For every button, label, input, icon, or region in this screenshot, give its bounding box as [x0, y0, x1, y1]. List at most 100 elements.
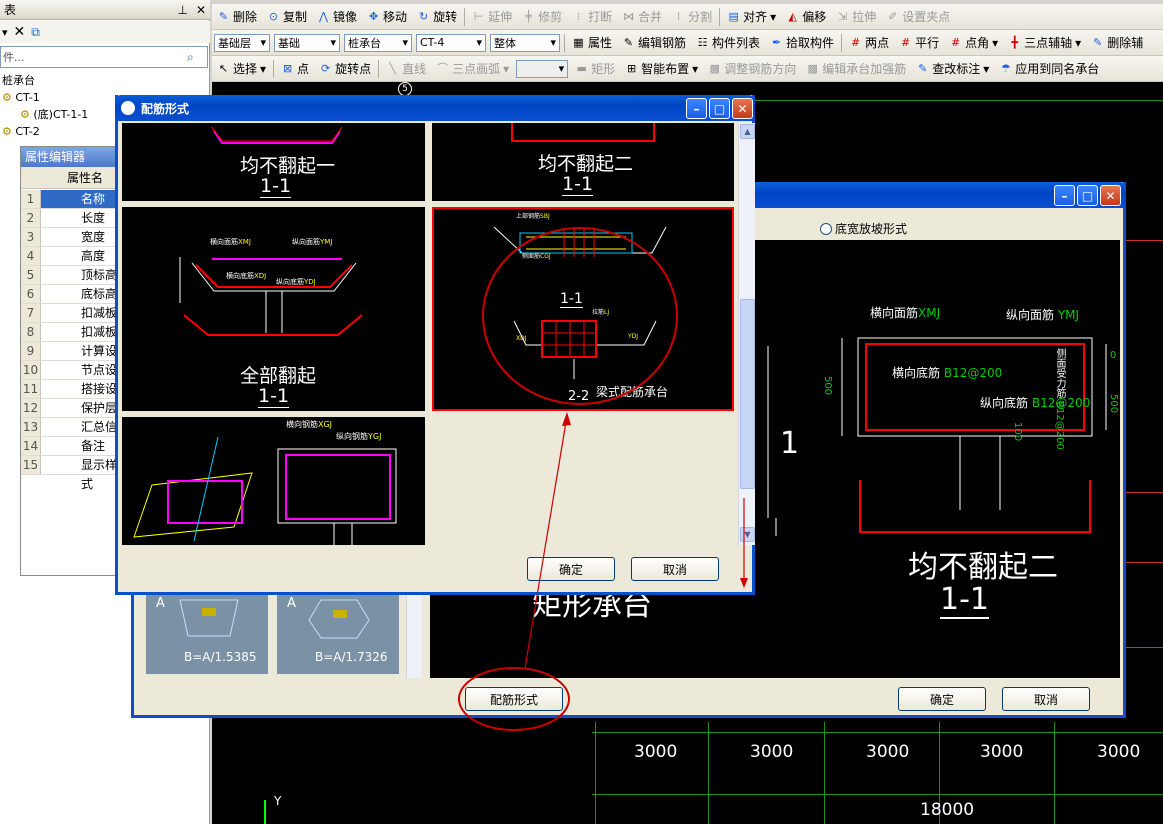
- type-select[interactable]: 桩承台 ▾: [344, 33, 412, 52]
- property-row[interactable]: 4高度(mm): [21, 247, 125, 282]
- thumb-1[interactable]: A B=A/1.5385: [146, 592, 268, 674]
- rectangle-button[interactable]: ▬ 矩形: [570, 58, 620, 80]
- gallery-scrollbar[interactable]: ▲ ▼: [738, 123, 755, 545]
- edit-reinforcement-button[interactable]: ▩ 编辑承台加强筋: [801, 58, 911, 80]
- smart-layout-button[interactable]: ⊞ 智能布置 ▾: [620, 58, 703, 80]
- property-label: 搭接设置: [41, 380, 125, 415]
- floor-select[interactable]: 基础层 ▾: [214, 33, 270, 52]
- radio-slope-bottom[interactable]: 底宽放坡形式: [820, 220, 907, 237]
- extend-button[interactable]: ⊢ 延伸: [467, 6, 517, 28]
- component-select[interactable]: CT-4 ▾: [416, 33, 486, 52]
- thumb-scrollbar[interactable]: [406, 592, 422, 678]
- select-button[interactable]: ↖ 选择 ▾: [212, 58, 271, 80]
- apply-same-name-button[interactable]: ☂ 应用到同名承台: [994, 58, 1104, 80]
- set-grip-button[interactable]: ✐ 设置夹点: [881, 6, 955, 28]
- split-button[interactable]: ⁞ 分割: [667, 6, 717, 28]
- stretch-button[interactable]: ⇲ 拉伸: [831, 6, 881, 28]
- property-row[interactable]: 6底标高(m: [21, 285, 125, 320]
- move-button[interactable]: ✥ 移动: [362, 6, 412, 28]
- rotate-button[interactable]: ↻ 旋转: [412, 6, 462, 28]
- line-button[interactable]: ╲ 直线: [381, 58, 431, 80]
- axis-marker: 5: [398, 82, 412, 96]
- property-row[interactable]: 7扣减板/存: [21, 304, 125, 339]
- component-list-button[interactable]: ☷ 构件列表: [691, 32, 765, 54]
- rebar-option-3[interactable]: 横向面筋XMJ 纵向面筋YMJ 横向底筋XDJ 纵向底筋YDJ 全部翻起 1-1: [122, 207, 425, 411]
- property-row[interactable]: 13汇总信息: [21, 418, 125, 453]
- close-icon[interactable]: ✕: [1100, 185, 1121, 206]
- mode-select[interactable]: 整体 ▾: [490, 33, 560, 52]
- thumb-2[interactable]: A B=A/1.7326: [277, 592, 399, 674]
- point-button[interactable]: ⊠ 点: [276, 58, 314, 80]
- arc-button[interactable]: ⌒ 三点画弧 ▾: [431, 58, 514, 80]
- point-angle-button[interactable]: # 点角 ▾: [944, 32, 1003, 54]
- category-select[interactable]: 基础 ▾: [274, 33, 340, 52]
- search-icon[interactable]: ⌕: [187, 50, 207, 65]
- property-row[interactable]: 10节点设置: [21, 361, 125, 396]
- align-button[interactable]: ▤ 对齐 ▾: [722, 6, 781, 28]
- delete-icon[interactable]: ✕: [14, 24, 26, 40]
- delete-button[interactable]: ✎ 删除: [212, 6, 262, 28]
- break-button[interactable]: ⁝ 打断: [567, 6, 617, 28]
- property-row[interactable]: 2长度(mm): [21, 209, 125, 244]
- back-ok-button[interactable]: 确定: [898, 687, 986, 711]
- rebar-option-1[interactable]: 均不翻起一 1-1: [122, 123, 425, 201]
- rebar-form-gallery: 均不翻起一 1-1 均不翻起二 1-1 横向面筋XMJ 纵向面筋YMJ 横向底筋…: [122, 123, 736, 545]
- copy-icon[interactable]: ⧉: [31, 25, 40, 40]
- rotate-point-button[interactable]: ⟳ 旋转点: [314, 58, 376, 80]
- property-row[interactable]: 11搭接设置: [21, 380, 125, 415]
- front-minimize-icon[interactable]: –: [686, 98, 707, 119]
- property-row[interactable]: 5顶标高(m: [21, 266, 125, 301]
- two-point-button[interactable]: # 两点: [844, 32, 894, 54]
- property-row[interactable]: 12保护层厚: [21, 399, 125, 434]
- front-cancel-button[interactable]: 取消: [631, 557, 719, 581]
- tree-node-root[interactable]: 桩承台: [0, 72, 208, 89]
- three-point-axis-button[interactable]: ╋ 三点辅轴 ▾: [1003, 32, 1086, 54]
- close-panel-icon[interactable]: ✕: [196, 3, 206, 17]
- property-label: 名称: [41, 190, 125, 208]
- list-icon: ☷: [697, 36, 708, 49]
- front-ok-button[interactable]: 确定: [527, 557, 615, 581]
- property-row[interactable]: 3宽度(mm): [21, 228, 125, 263]
- property-row[interactable]: 9计算设置: [21, 342, 125, 377]
- scroll-down-icon[interactable]: ▼: [740, 527, 755, 542]
- rebar-option-4-selected[interactable]: 上部钢筋SBJ 侧面筋CGJ 拉筋LJ XDJ YDJ 1-1 梁式配筋承台 2…: [432, 207, 734, 411]
- scroll-up-icon[interactable]: ▲: [740, 124, 755, 139]
- property-button[interactable]: ▦ 属性: [567, 32, 617, 54]
- property-row[interactable]: 15 显示样式: [21, 456, 125, 491]
- rebar-option-5[interactable]: 横向钢筋XGJ 纵向钢筋YGJ: [122, 417, 425, 545]
- row-number: 9: [21, 342, 41, 360]
- new-dropdown[interactable]: ▾: [2, 26, 8, 39]
- copy-button[interactable]: ⊙ 复制: [262, 6, 312, 28]
- pick-component-button[interactable]: ✒ 拾取构件: [765, 32, 839, 54]
- pin-icon[interactable]: ⊥: [177, 3, 187, 17]
- row-number: 6: [21, 285, 41, 303]
- maximize-icon[interactable]: □: [1077, 185, 1098, 206]
- mirror-button[interactable]: ⋀ 镜像: [312, 6, 362, 28]
- parallel-button[interactable]: # 平行: [894, 32, 944, 54]
- delete-axis-button[interactable]: ✎ 删除辅: [1086, 32, 1148, 54]
- align-icon: ▤: [728, 10, 739, 23]
- property-label: 计算设置: [41, 342, 125, 377]
- dim-label-3: 3000: [866, 742, 910, 762]
- rebar-option-2[interactable]: 均不翻起二 1-1: [432, 123, 734, 201]
- rebar-form-button[interactable]: 配筋形式: [465, 687, 563, 711]
- property-label: 保护层厚: [41, 399, 125, 434]
- check-label-button[interactable]: ✎ 查改标注 ▾: [911, 58, 994, 80]
- trim-button[interactable]: ╪ 修剪: [517, 6, 567, 28]
- search-input[interactable]: 件...: [1, 49, 187, 65]
- property-row[interactable]: 14 备注: [21, 437, 125, 456]
- merge-button[interactable]: ⋈ 合并: [617, 6, 667, 28]
- minimize-icon[interactable]: –: [1054, 185, 1075, 206]
- back-cancel-button[interactable]: 取消: [1002, 687, 1090, 711]
- adjust-rebar-direction-button[interactable]: ▩ 调整钢筋方向: [703, 58, 801, 80]
- draw-mode-select[interactable]: ▾: [516, 59, 569, 78]
- offset-button[interactable]: ◭ 偏移: [781, 6, 831, 28]
- edit-rebar-button[interactable]: ✎ 编辑钢筋: [617, 32, 691, 54]
- left-panel-toolbar: ▾ ✕ ⧉: [0, 21, 210, 43]
- property-row[interactable]: 1 名称: [21, 190, 125, 209]
- front-maximize-icon[interactable]: □: [709, 98, 730, 119]
- front-close-icon[interactable]: ✕: [732, 98, 753, 119]
- smart-layout-icon: ⊞: [627, 62, 637, 75]
- scroll-thumb[interactable]: [740, 299, 755, 489]
- property-row[interactable]: 8扣减板/存: [21, 323, 125, 358]
